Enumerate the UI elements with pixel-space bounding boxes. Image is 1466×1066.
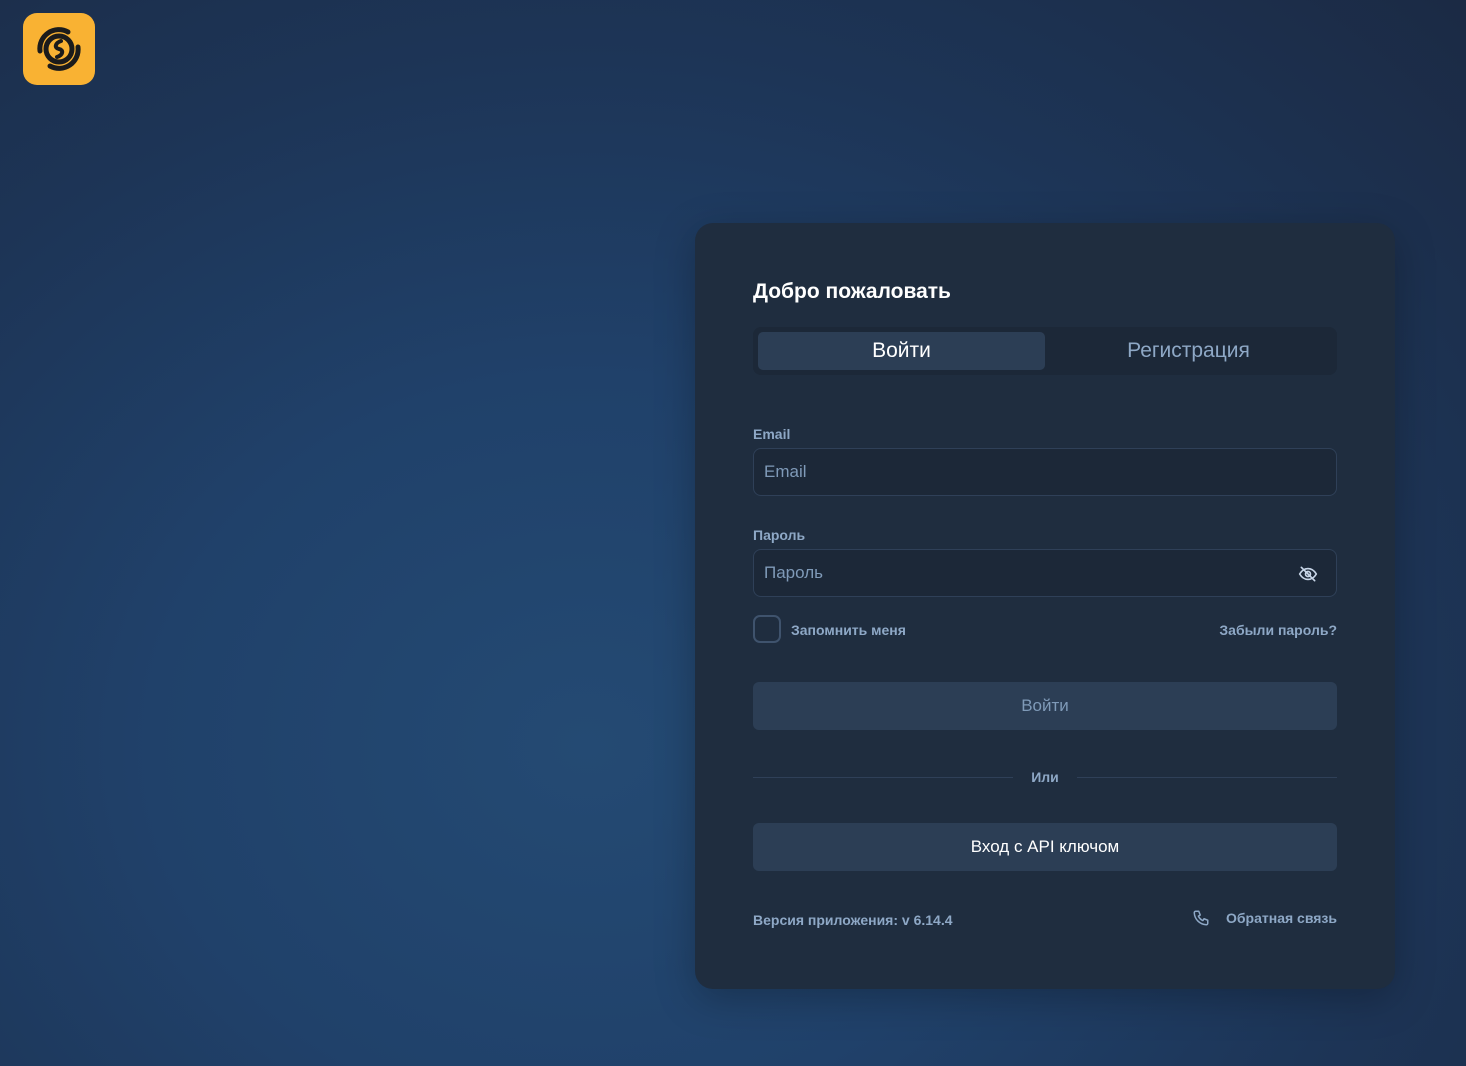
api-key-login-button[interactable]: Вход с API ключом [753,823,1337,871]
email-label: Email [753,426,791,442]
feedback-label: Обратная связь [1226,910,1337,926]
card-title: Добро пожаловать [753,280,951,303]
tab-register[interactable]: Регистрация [1045,332,1332,370]
divider-line-left [753,776,1014,778]
app-version: Версия приложения: v 6.14.4 [753,912,953,928]
phone-icon [1192,909,1210,927]
feedback-link[interactable]: Обратная связь [1192,909,1337,927]
password-field[interactable] [753,549,1337,597]
app-logo [23,13,95,85]
remember-label: Запомнить меня [791,622,906,638]
login-card: Добро пожаловать Войти Регистрация Email… [695,223,1395,989]
auth-tabs: Войти Регистрация [753,327,1337,375]
forgot-password-link[interactable]: Забыли пароль? [1219,622,1337,638]
eye-off-icon[interactable] [1297,563,1319,585]
swirl-logo-icon [37,27,81,71]
or-divider: Или [753,767,1337,787]
password-label: Пароль [753,527,806,543]
email-field[interactable] [753,448,1337,496]
login-button[interactable]: Войти [753,682,1337,730]
tab-login[interactable]: Войти [758,332,1045,370]
remember-checkbox[interactable] [753,615,781,643]
divider-line-right [1076,776,1337,778]
divider-text: Или [1031,769,1059,785]
